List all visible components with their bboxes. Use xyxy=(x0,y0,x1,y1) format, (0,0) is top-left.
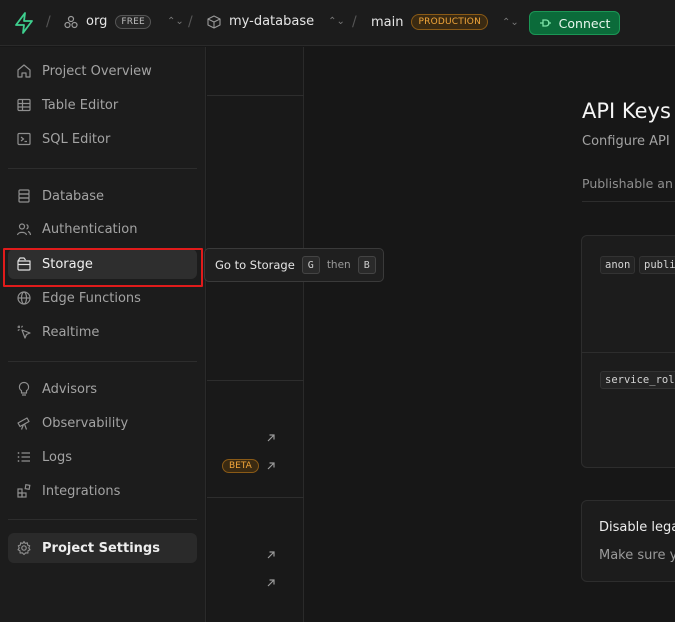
branch-selector[interactable]: main PRODUCTION ⌃⌄ xyxy=(371,14,519,30)
org-icon xyxy=(64,15,78,28)
page-subtitle: Configure API xyxy=(582,134,670,149)
anon-key-name: anon xyxy=(600,256,636,274)
database-icon xyxy=(18,189,30,203)
home-icon xyxy=(17,64,31,78)
external-link-icon[interactable] xyxy=(265,460,277,472)
card-divider xyxy=(582,352,675,353)
submenu-divider xyxy=(207,380,304,381)
sidebar-item-label: Realtime xyxy=(42,324,100,340)
sidebar-item-project-settings[interactable]: Project Settings xyxy=(8,533,197,563)
box-icon xyxy=(207,14,221,29)
sidebar-item-label: Table Editor xyxy=(42,97,119,113)
breadcrumb-separator: / xyxy=(352,14,357,30)
sidebar-item-logs[interactable]: Logs xyxy=(8,442,197,472)
shortcut-key-g: G xyxy=(301,256,320,274)
section-divider xyxy=(582,201,675,202)
legacy-card-title: Disable lega xyxy=(599,520,675,535)
project-name: my-database xyxy=(229,14,315,29)
list-icon xyxy=(17,452,30,462)
org-name: org xyxy=(86,14,108,29)
globe-icon xyxy=(17,291,31,305)
legacy-card-description: Make sure y xyxy=(599,548,675,563)
breadcrumb-separator: / xyxy=(188,14,193,30)
service-role-key-name: service_rol xyxy=(600,371,675,389)
external-link-icon[interactable] xyxy=(265,432,277,444)
supabase-logo-icon[interactable] xyxy=(14,12,34,34)
sidebar-item-observability[interactable]: Observability xyxy=(8,408,197,438)
connect-label: Connect xyxy=(558,15,611,31)
legacy-keys-card: Disable lega Make sure y xyxy=(581,500,675,582)
main-content: API Keys Configure API Publishable an an… xyxy=(305,47,675,622)
api-keys-card: anon publi service_rol xyxy=(581,235,675,468)
page-title: API Keys xyxy=(582,99,671,123)
breadcrumb-separator: / xyxy=(46,14,51,30)
section-label: Publishable an xyxy=(582,176,673,191)
storage-shortcut-tooltip: Go to Storage G then B xyxy=(204,248,384,282)
publishable-tag: publi xyxy=(639,256,675,274)
sidebar-item-label: SQL Editor xyxy=(42,131,111,147)
sidebar-item-table-editor[interactable]: Table Editor xyxy=(8,90,197,120)
sidebar-item-label: Project Settings xyxy=(42,540,160,556)
sidebar-item-label: Authentication xyxy=(42,221,138,237)
sidebar-item-realtime[interactable]: Realtime xyxy=(8,317,197,347)
connect-button[interactable]: Connect xyxy=(529,11,620,35)
chevron-up-down-icon: ⌃⌄ xyxy=(328,16,345,27)
sidebar-divider xyxy=(8,519,197,520)
production-badge: PRODUCTION xyxy=(411,14,489,30)
sidebar-item-storage[interactable]: Storage xyxy=(8,249,197,279)
sidebar-item-label: Observability xyxy=(42,415,129,431)
sidebar-item-label: Database xyxy=(42,188,105,204)
shortcut-then: then xyxy=(326,259,351,271)
gear-icon xyxy=(17,540,31,556)
sidebar-item-sql-editor[interactable]: SQL Editor xyxy=(8,124,197,154)
shortcut-key-b: B xyxy=(357,256,376,274)
sidebar-divider xyxy=(8,168,197,169)
sidebar-item-database[interactable]: Database xyxy=(8,181,197,211)
tooltip-text: Go to Storage xyxy=(215,258,295,272)
chevron-up-down-icon: ⌃⌄ xyxy=(166,16,184,27)
sidebar-item-label: Project Overview xyxy=(42,63,152,79)
sidebar-item-label: Integrations xyxy=(42,483,121,499)
sidebar-item-label: Storage xyxy=(42,256,93,272)
blocks-icon xyxy=(17,483,31,498)
branch-name: main xyxy=(371,14,404,30)
beta-badge: BETA xyxy=(222,459,259,473)
plug-icon xyxy=(539,19,551,27)
external-link-icon[interactable] xyxy=(265,549,277,561)
table-icon xyxy=(17,98,31,112)
project-selector[interactable]: my-database ⌃⌄ xyxy=(207,14,345,29)
plan-badge: FREE xyxy=(115,14,151,29)
terminal-icon xyxy=(17,132,31,146)
cursor-click-icon xyxy=(17,325,31,339)
submenu-divider xyxy=(207,95,304,96)
sidebar-item-label: Edge Functions xyxy=(42,290,141,306)
lightbulb-icon xyxy=(18,381,30,396)
sidebar-item-label: Logs xyxy=(42,449,72,465)
sidebar: Project Overview Table Editor SQL Editor… xyxy=(0,47,206,622)
sidebar-item-authentication[interactable]: Authentication xyxy=(8,214,197,244)
sidebar-item-project-overview[interactable]: Project Overview xyxy=(8,56,197,86)
external-link-icon[interactable] xyxy=(265,577,277,589)
archive-icon xyxy=(17,257,31,271)
users-icon xyxy=(16,223,32,236)
top-bar: / org FREE ⌃⌄ / my-database ⌃⌄ / main PR… xyxy=(0,0,675,46)
org-selector[interactable]: org FREE ⌃⌄ xyxy=(64,14,184,29)
submenu-divider xyxy=(207,497,304,498)
settings-submenu: BETA xyxy=(207,47,304,622)
sidebar-item-advisors[interactable]: Advisors xyxy=(8,374,197,404)
chevron-up-down-icon: ⌃⌄ xyxy=(502,16,519,28)
telescope-icon xyxy=(17,417,30,430)
sidebar-item-integrations[interactable]: Integrations xyxy=(8,476,197,506)
sidebar-item-edge-functions[interactable]: Edge Functions xyxy=(8,283,197,313)
sidebar-divider xyxy=(8,361,197,362)
sidebar-item-label: Advisors xyxy=(42,381,98,397)
